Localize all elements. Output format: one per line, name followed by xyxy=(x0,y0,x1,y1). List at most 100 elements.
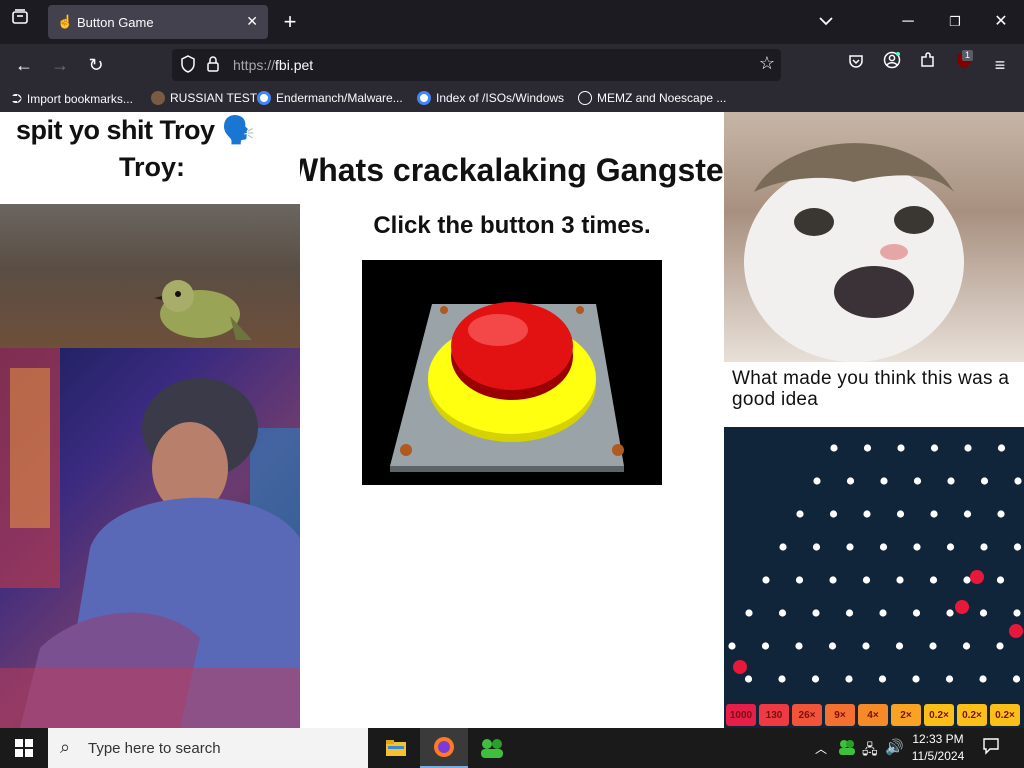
plinko-peg xyxy=(1013,543,1022,551)
plinko-peg xyxy=(980,543,988,551)
plinko-peg xyxy=(929,576,938,584)
close-window-button[interactable]: ✕ xyxy=(986,7,1016,37)
plinko-peg xyxy=(779,543,787,551)
tab-favicon-icon: ☝ xyxy=(57,14,74,29)
new-tab-button[interactable]: + xyxy=(275,7,305,37)
plinko-peg xyxy=(862,576,871,584)
plinko-peg xyxy=(996,642,1004,650)
start-windows-icon[interactable] xyxy=(0,728,48,768)
ublock-icon[interactable]: 1 xyxy=(949,50,979,80)
restore-button[interactable]: ❐ xyxy=(940,7,970,37)
back-arrow-icon[interactable]: ← xyxy=(9,50,39,80)
reload-icon[interactable]: ↻ xyxy=(81,50,111,80)
plinko-peg xyxy=(930,444,939,452)
plinko-ball xyxy=(955,600,969,614)
plinko-ball xyxy=(1009,624,1023,638)
menu-hamburger-icon[interactable]: ≡ xyxy=(985,50,1015,80)
tab-button-game[interactable]: ☝ Button Game ✕ xyxy=(48,5,268,39)
plinko-peg xyxy=(913,477,922,485)
plinko-peg xyxy=(945,675,954,683)
bookmark-russian-test[interactable]: RUSSIAN TEST xyxy=(151,91,257,105)
plinko-peg xyxy=(896,576,904,584)
bookmark-endermanch[interactable]: Endermanch/Malware... xyxy=(257,91,403,105)
cat-meme-caption-panel: What made you think this was a good idea xyxy=(724,362,1024,427)
plinko-peg xyxy=(964,444,972,452)
plinko-peg xyxy=(880,477,888,485)
plinko-peg xyxy=(829,510,838,518)
plinko-peg xyxy=(878,675,887,683)
tab-title: Button Game xyxy=(77,15,154,30)
plinko-peg xyxy=(947,477,955,485)
bookmark-isos[interactable]: Index of /ISOs/Windows xyxy=(417,91,564,105)
bird-image xyxy=(0,204,300,348)
plinko-game-image: 1000 130 26× 9× 4× 2× 0.2× 0.2× 0.2× xyxy=(724,427,1024,728)
plinko-peg xyxy=(846,477,855,485)
plinko-peg xyxy=(795,642,803,650)
clock[interactable]: 12:33 PM 11/5/2024 xyxy=(906,731,970,765)
windows-taskbar: ⌕ Type here to search ︿ 🖧 🔊 12:33 PM 11/… xyxy=(0,728,1024,768)
plinko-multiplier-slot: 1000 xyxy=(726,704,756,726)
close-tab-icon[interactable]: ✕ xyxy=(246,13,258,30)
cat-meme-caption: What made you think this was a good idea xyxy=(732,368,1010,410)
volume-icon[interactable]: 🔊 xyxy=(885,738,904,756)
plinko-peg xyxy=(830,444,838,452)
plinko-multiplier-slot: 130 xyxy=(759,704,789,726)
plinko-multiplier-slot: 0.2× xyxy=(957,704,987,726)
plinko-multiplier-slot: 0.2× xyxy=(924,704,954,726)
forward-arrow-icon[interactable]: → xyxy=(45,50,75,80)
bookmark-label: Endermanch/Malware... xyxy=(276,91,403,105)
bookmark-label: Import bookmarks... xyxy=(26,92,133,106)
firefox-taskbar-icon[interactable] xyxy=(420,728,468,768)
bookmark-label: Index of /ISOs/Windows xyxy=(436,91,565,105)
plinko-board xyxy=(728,444,1023,683)
extensions-puzzle-icon[interactable] xyxy=(913,50,943,80)
bookmark-memz[interactable]: MEMZ and Noescape ... xyxy=(578,91,726,105)
plinko-peg xyxy=(863,510,871,518)
pocket-icon[interactable] xyxy=(841,50,871,80)
bookmark-label: RUSSIAN TEST xyxy=(170,91,258,105)
plinko-peg xyxy=(963,576,971,584)
plinko-peg xyxy=(913,543,921,551)
search-icon: ⌕ xyxy=(60,737,71,757)
google-favicon-icon xyxy=(417,91,431,105)
plinko-multiplier-slot: 26× xyxy=(792,704,822,726)
plinko-ball xyxy=(970,570,984,584)
plinko-peg xyxy=(745,609,753,617)
big-red-button[interactable] xyxy=(362,260,662,485)
app-people-icon[interactable] xyxy=(468,728,516,768)
plinko-peg xyxy=(912,675,920,683)
notifications-icon[interactable] xyxy=(982,737,1000,760)
lock-icon[interactable] xyxy=(206,55,220,76)
network-icon[interactable]: 🖧 xyxy=(862,739,878,763)
tray-people-icon[interactable] xyxy=(838,738,856,761)
file-explorer-icon[interactable] xyxy=(372,728,420,768)
shield-icon[interactable] xyxy=(180,55,196,76)
import-icon: ⮊ xyxy=(12,91,22,106)
plinko-peg xyxy=(829,576,837,584)
plinko-peg xyxy=(862,642,870,650)
plinko-peg xyxy=(946,543,955,551)
bookmark-star-icon[interactable]: ☆ xyxy=(759,53,775,74)
url-bar[interactable]: https://fbi.pet ☆ xyxy=(172,49,781,81)
meme-left-text-panel: spit yo shit Troy 🗣️ Troy: xyxy=(0,112,300,204)
bookmark-import[interactable]: ⮊ Import bookmarks... xyxy=(12,91,133,107)
plinko-peg xyxy=(1013,609,1021,617)
show-hidden-icons-chevron-up-icon[interactable]: ︿ xyxy=(815,740,827,757)
plinko-peg xyxy=(813,477,821,485)
plinko-peg xyxy=(845,675,853,683)
plinko-peg xyxy=(895,642,904,650)
minimize-button[interactable]: ─ xyxy=(893,7,923,37)
instruction-text: Click the button 3 times. xyxy=(373,212,651,239)
list-tabs-chevron-down-icon[interactable] xyxy=(811,7,841,37)
plinko-peg xyxy=(879,543,888,551)
plinko-peg xyxy=(863,444,872,452)
taskbar-search-input[interactable]: ⌕ Type here to search xyxy=(48,728,368,768)
plinko-peg xyxy=(778,675,786,683)
heading-container: Whats crackalaking Gangster xyxy=(300,152,724,192)
account-icon[interactable] xyxy=(877,50,907,80)
plinko-multiplier-slot: 2× xyxy=(891,704,921,726)
plinko-peg xyxy=(795,576,804,584)
firefox-view-icon[interactable] xyxy=(5,7,35,37)
plinko-peg xyxy=(744,675,753,683)
ublock-badge: 1 xyxy=(962,50,974,61)
